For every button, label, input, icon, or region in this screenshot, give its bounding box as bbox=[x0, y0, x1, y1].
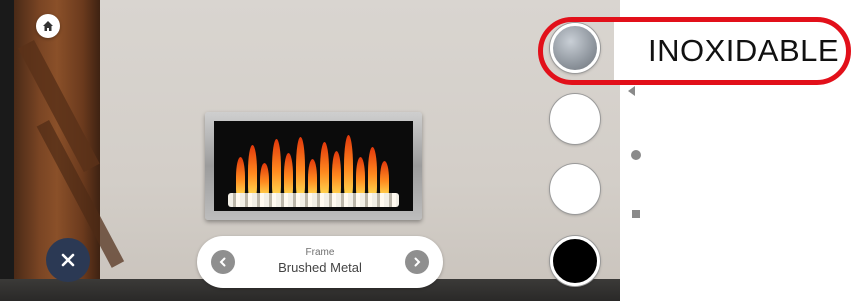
swatch-black[interactable] bbox=[550, 236, 600, 286]
frame-selector: Frame Brushed Metal bbox=[197, 236, 443, 288]
selector-label: Frame bbox=[305, 247, 335, 258]
home-button[interactable] bbox=[36, 14, 60, 38]
flame bbox=[248, 145, 257, 197]
flame bbox=[368, 147, 377, 197]
flame bbox=[320, 142, 329, 197]
ar-camera-view: Frame Brushed Metal bbox=[0, 0, 620, 301]
fireplace-preview bbox=[205, 112, 422, 220]
swatch-white[interactable] bbox=[550, 164, 600, 214]
swatch-white[interactable] bbox=[550, 94, 600, 144]
flame bbox=[296, 137, 305, 197]
callout-text: INOXIDABLE bbox=[648, 33, 840, 68]
flame bbox=[356, 157, 365, 197]
next-frame-button[interactable] bbox=[405, 250, 429, 274]
ember-bed bbox=[228, 193, 399, 207]
chevron-right-icon bbox=[414, 257, 421, 267]
flame bbox=[236, 157, 245, 197]
flame bbox=[272, 139, 281, 197]
nav-back-button[interactable] bbox=[628, 86, 635, 96]
flame bbox=[380, 161, 389, 197]
device-bezel bbox=[0, 0, 14, 301]
flame bbox=[260, 163, 269, 197]
selector-value: Brushed Metal bbox=[278, 260, 362, 275]
flame bbox=[284, 153, 293, 197]
flame bbox=[344, 135, 353, 197]
fireplace-glass bbox=[214, 121, 413, 211]
chevron-left-icon bbox=[219, 257, 226, 267]
nav-recent-apps-button[interactable] bbox=[632, 210, 640, 218]
flame bbox=[332, 151, 341, 197]
flame bbox=[308, 159, 317, 197]
nav-home-button[interactable] bbox=[631, 150, 641, 160]
close-icon bbox=[61, 253, 75, 267]
home-icon bbox=[43, 21, 53, 31]
close-button[interactable] bbox=[46, 238, 90, 282]
previous-frame-button[interactable] bbox=[211, 250, 235, 274]
